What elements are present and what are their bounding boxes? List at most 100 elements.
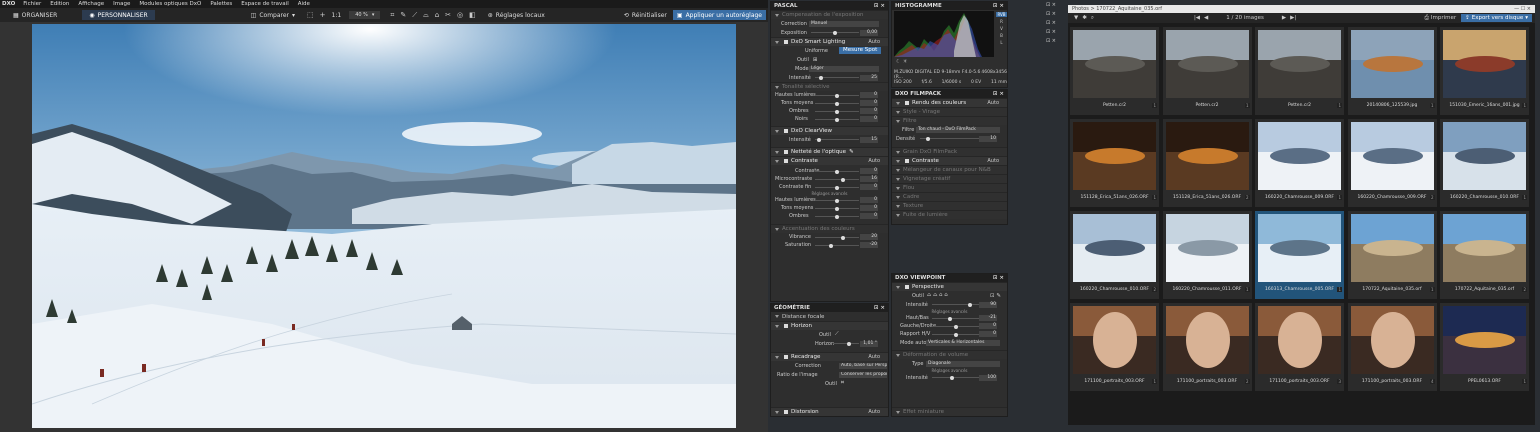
viewpoint-row-slider[interactable]: [932, 316, 980, 321]
eyedropper-icon[interactable]: ✎: [400, 11, 406, 19]
panel-controls-icon[interactable]: ⊡ ×: [874, 305, 885, 311]
density-knob[interactable]: [926, 136, 930, 141]
crop-correction-select[interactable]: Auto, basé sur Perspective/Vo: [839, 362, 887, 369]
contrast-adv-value[interactable]: 0: [860, 197, 878, 203]
section-distortion[interactable]: Distorsion Auto: [771, 407, 888, 416]
viewpoint-mode-select[interactable]: Verticales & Horizontales: [926, 339, 1000, 346]
thumbnail[interactable]: 171100_portraits_003.ORF 4: [1347, 303, 1437, 391]
star-filter-icon[interactable]: ✱: [1082, 15, 1087, 21]
face-detect-icon[interactable]: ⊞: [813, 57, 818, 63]
filmpack-contrast-auto[interactable]: Auto: [987, 158, 999, 164]
tone-value[interactable]: 0: [860, 108, 878, 114]
organize-tab[interactable]: ▦ ORGANISER: [8, 10, 62, 20]
vibrance-value[interactable]: 20: [860, 234, 878, 240]
window-controls-icon[interactable]: — ☐ ×: [1514, 6, 1531, 12]
uniform-button[interactable]: Uniforme: [805, 48, 828, 54]
section-contrast[interactable]: Contraste Auto: [771, 156, 888, 165]
contrast-auto[interactable]: Auto: [868, 158, 880, 164]
intensity-value[interactable]: 25: [860, 74, 878, 81]
zoom-1to1-button[interactable]: 1:1: [332, 12, 342, 19]
viewpoint-row-value[interactable]: 0: [979, 323, 997, 329]
fine-contrast-value[interactable]: 0: [860, 184, 878, 190]
perspective-tools-icon[interactable]: ⌓ ⌓ ⌂ ⌂: [927, 292, 948, 299]
contrast-adv-knob[interactable]: [835, 214, 839, 219]
zoom-level-select[interactable]: 40 % ▾: [349, 11, 381, 19]
color-render-auto[interactable]: Auto: [987, 100, 999, 106]
thumbnail[interactable]: 160220_Chamrousse_009.ORF 2: [1347, 119, 1437, 207]
menu-edit[interactable]: Edition: [50, 1, 69, 7]
correction-select[interactable]: Manuel: [809, 20, 879, 27]
search-icon[interactable]: ⌕: [1091, 15, 1094, 22]
clearview-value[interactable]: 15: [860, 136, 878, 143]
section-grain[interactable]: Grain DxO FilmPack: [892, 147, 1007, 156]
tone-knob[interactable]: [835, 93, 839, 98]
tone-slider[interactable]: [815, 117, 859, 122]
smart-lighting-auto[interactable]: Auto: [868, 39, 880, 45]
section-filmpack-item[interactable]: Mélangeur de canaux pour N&B: [892, 165, 1007, 174]
perspective-intensity-value[interactable]: 90: [979, 301, 997, 308]
section-color-accent[interactable]: Accentuation des couleurs: [771, 224, 888, 233]
thumbnail[interactable]: Petten.cr2 1: [1162, 27, 1252, 115]
panel-controls-icon[interactable]: ⊡ ×: [874, 3, 885, 9]
saturation-knob[interactable]: [829, 243, 833, 248]
tone-value[interactable]: 0: [860, 100, 878, 106]
section-filter[interactable]: Filtre: [892, 116, 1007, 125]
thumbnail[interactable]: 151128_Erica_51ans_026.ORF 1: [1070, 119, 1159, 207]
level-icon[interactable]: ⟋: [835, 331, 839, 338]
microcontrast-value[interactable]: 16: [860, 176, 878, 182]
viewpoint-row-slider[interactable]: [932, 332, 980, 337]
thumbnail[interactable]: 160220_Chamrousse_010.ORF 2: [1070, 211, 1159, 299]
volume-intensity-value[interactable]: 100: [979, 374, 997, 381]
horizon-value[interactable]: 1,01 °: [860, 340, 878, 347]
section-exposure[interactable]: Compensation de l'exposition: [771, 10, 888, 19]
sun-icon[interactable]: ☀: [903, 59, 908, 65]
clearview-slider[interactable]: [815, 137, 859, 142]
contrast-knob[interactable]: [835, 169, 839, 174]
thumbnail[interactable]: 20140806_125539.jpg 1: [1347, 27, 1437, 115]
thumbnail[interactable]: 151030_Emeric_16ans_001.jpg 1: [1440, 27, 1529, 115]
thumbnail[interactable]: PPEL0613.ORF 1: [1440, 303, 1529, 391]
eyedropper-icon[interactable]: ✎: [849, 149, 854, 155]
perspective-icon[interactable]: ⌓: [423, 11, 429, 20]
palette-icon[interactable]: ⊡ ×: [1046, 2, 1060, 8]
tone-value[interactable]: 0: [860, 116, 878, 122]
thumbnail[interactable]: 160220_Chamrousse_010.ORF 1: [1440, 119, 1529, 207]
channel-l[interactable]: L: [996, 40, 1007, 45]
fit-screen-icon[interactable]: ⬚: [307, 11, 314, 19]
section-filmpack-contrast[interactable]: Contraste Auto: [892, 156, 1007, 165]
clearview-knob[interactable]: [817, 137, 821, 142]
volume-intensity-slider[interactable]: [932, 375, 980, 380]
thumbnail[interactable]: 171100_portraits_003.ORF 2: [1162, 303, 1252, 391]
thumbnail[interactable]: 160220_Chamrousse_009.ORF 1: [1255, 119, 1344, 207]
tone-knob[interactable]: [835, 101, 839, 106]
contrast-adv-value[interactable]: 0: [860, 205, 878, 211]
reset-button[interactable]: ⟲ Réinitialiser: [624, 12, 667, 19]
saturation-value[interactable]: -20: [860, 242, 878, 248]
channel-r[interactable]: R: [996, 19, 1007, 24]
section-volume[interactable]: Déformation de volume: [892, 350, 1007, 359]
section-miniature[interactable]: Effet miniature: [892, 407, 1007, 416]
perspective-intensity-knob[interactable]: [968, 302, 972, 307]
section-filmpack-item[interactable]: Flou: [892, 183, 1007, 192]
tone-slider[interactable]: [815, 101, 859, 106]
volume-type-select[interactable]: Diagonale: [926, 360, 1000, 367]
volume-intensity-knob[interactable]: [950, 375, 954, 380]
horizon-icon[interactable]: ⟋: [412, 11, 417, 20]
crop-ratio-select[interactable]: Conserver les proportions: [839, 371, 887, 378]
section-filmpack-item[interactable]: Vignetage créatif: [892, 174, 1007, 183]
viewpoint-row-knob[interactable]: [954, 332, 958, 337]
panel-controls-icon[interactable]: ⊡ ×: [993, 3, 1004, 9]
perspective-intensity-slider[interactable]: [932, 302, 980, 307]
next-last-icon[interactable]: ▶|: [1290, 15, 1296, 21]
viewpoint-row-knob[interactable]: [954, 324, 958, 329]
viewpoint-row-value[interactable]: -21: [979, 315, 997, 321]
palette-icon[interactable]: ⊡ ×: [1046, 38, 1060, 44]
contrast-adv-value[interactable]: 0: [860, 213, 878, 219]
palette-icon[interactable]: ⊡ ×: [1046, 11, 1060, 17]
section-color-render[interactable]: Rendu des couleurs Auto: [892, 98, 1007, 107]
tone-slider[interactable]: [815, 109, 859, 114]
tone-slider[interactable]: [815, 93, 859, 98]
compare-button[interactable]: ◫ Comparer ▾: [251, 12, 295, 19]
section-filmpack-item[interactable]: Texture: [892, 201, 1007, 210]
crop-icon[interactable]: ⌗: [841, 380, 844, 387]
